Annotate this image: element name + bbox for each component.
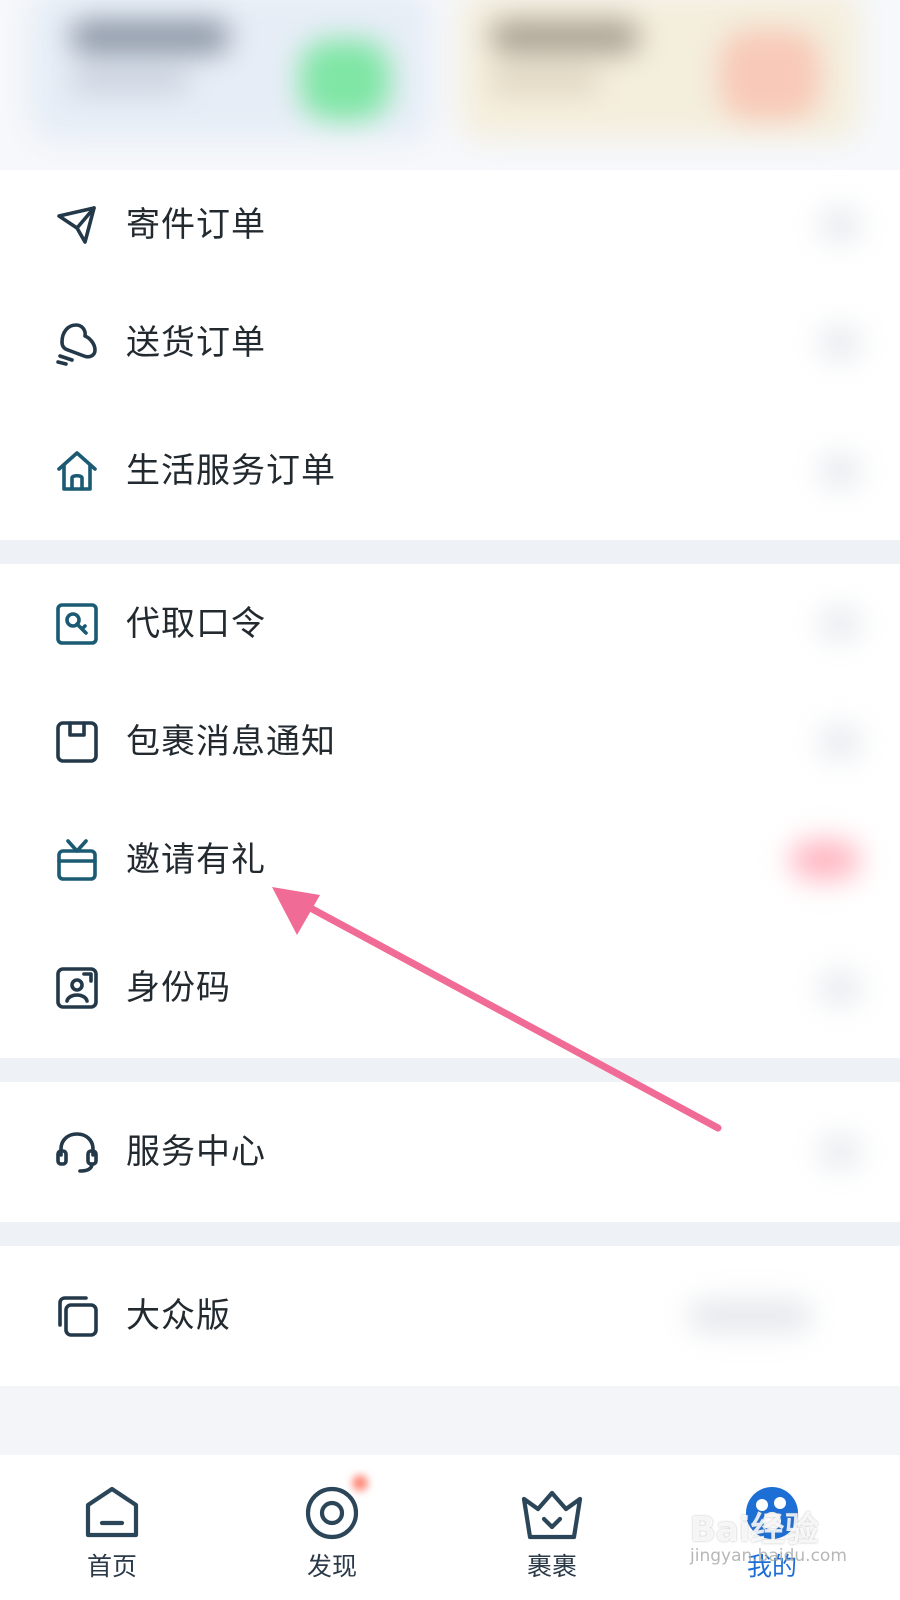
menu-row-send-orders[interactable]: 寄件订单 xyxy=(0,180,900,270)
id-code-icon xyxy=(54,965,100,1011)
section-divider xyxy=(0,1058,900,1082)
menu-row-standard-version[interactable]: 大众版 xyxy=(0,1271,900,1361)
section-divider xyxy=(0,540,900,564)
top-banner-area xyxy=(0,0,900,170)
row-chevron xyxy=(820,208,860,242)
order-group: 寄件订单 送货订单 生活服务订单 xyxy=(0,170,900,540)
menu-row-life-service-orders[interactable]: 生活服务订单 xyxy=(0,426,900,516)
section-divider xyxy=(0,1222,900,1246)
help-group: 服务中心 xyxy=(0,1082,900,1222)
menu-label: 寄件订单 xyxy=(126,205,266,245)
headset-icon xyxy=(54,1129,100,1175)
tab-label: 发现 xyxy=(306,1552,357,1581)
discover-icon xyxy=(300,1485,364,1541)
top-card-right[interactable] xyxy=(460,0,860,140)
menu-label: 大众版 xyxy=(126,1296,231,1336)
row-chevron xyxy=(820,971,860,1005)
row-chevron xyxy=(820,326,860,360)
menu-label: 身份码 xyxy=(126,968,231,1008)
menu-label: 代取口令 xyxy=(126,604,266,644)
tab-home[interactable]: 首页 xyxy=(52,1455,172,1600)
gift-box-icon xyxy=(54,837,100,883)
paper-plane-icon xyxy=(54,202,100,248)
copy-stack-icon xyxy=(54,1293,100,1339)
row-chevron xyxy=(820,725,860,759)
house-icon xyxy=(54,448,100,494)
menu-row-service-center[interactable]: 服务中心 xyxy=(0,1107,900,1197)
tab-label: 首页 xyxy=(86,1552,137,1581)
key-card-icon xyxy=(54,601,100,647)
menu-label: 包裹消息通知 xyxy=(126,722,336,762)
delivery-bell-icon xyxy=(54,320,100,366)
invite-badge xyxy=(790,840,860,880)
watermark-url: jingyan.baidu.com xyxy=(690,1546,847,1566)
menu-label: 邀请有礼 xyxy=(126,840,266,880)
crown-icon xyxy=(520,1485,584,1541)
menu-label: 送货订单 xyxy=(126,323,266,363)
tab-discover[interactable]: 发现 xyxy=(272,1455,392,1600)
version-value xyxy=(690,1301,810,1331)
top-card-left[interactable] xyxy=(30,0,430,140)
row-chevron xyxy=(820,1135,860,1169)
package-icon xyxy=(54,719,100,765)
menu-row-invite-gift[interactable]: 邀请有礼 xyxy=(0,815,900,905)
home-icon xyxy=(80,1485,144,1541)
watermark-logo: Bai经验 xyxy=(690,1510,819,1550)
menu-row-pickup-code[interactable]: 代取口令 xyxy=(0,579,900,669)
menu-row-package-notification[interactable]: 包裹消息通知 xyxy=(0,697,900,787)
menu-row-identity-code[interactable]: 身份码 xyxy=(0,943,900,1033)
service-group: 代取口令 包裹消息通知 邀请有礼 身份码 xyxy=(0,564,900,1058)
row-chevron xyxy=(820,454,860,488)
menu-label: 服务中心 xyxy=(126,1132,266,1172)
version-group: 大众版 xyxy=(0,1246,900,1386)
menu-label: 生活服务订单 xyxy=(126,451,336,491)
menu-row-delivery-orders[interactable]: 送货订单 xyxy=(0,298,900,388)
notification-dot xyxy=(352,1475,368,1491)
row-chevron xyxy=(820,607,860,641)
tab-guoguo[interactable]: 裹裹 xyxy=(492,1455,612,1600)
tab-label: 裹裹 xyxy=(526,1552,577,1581)
